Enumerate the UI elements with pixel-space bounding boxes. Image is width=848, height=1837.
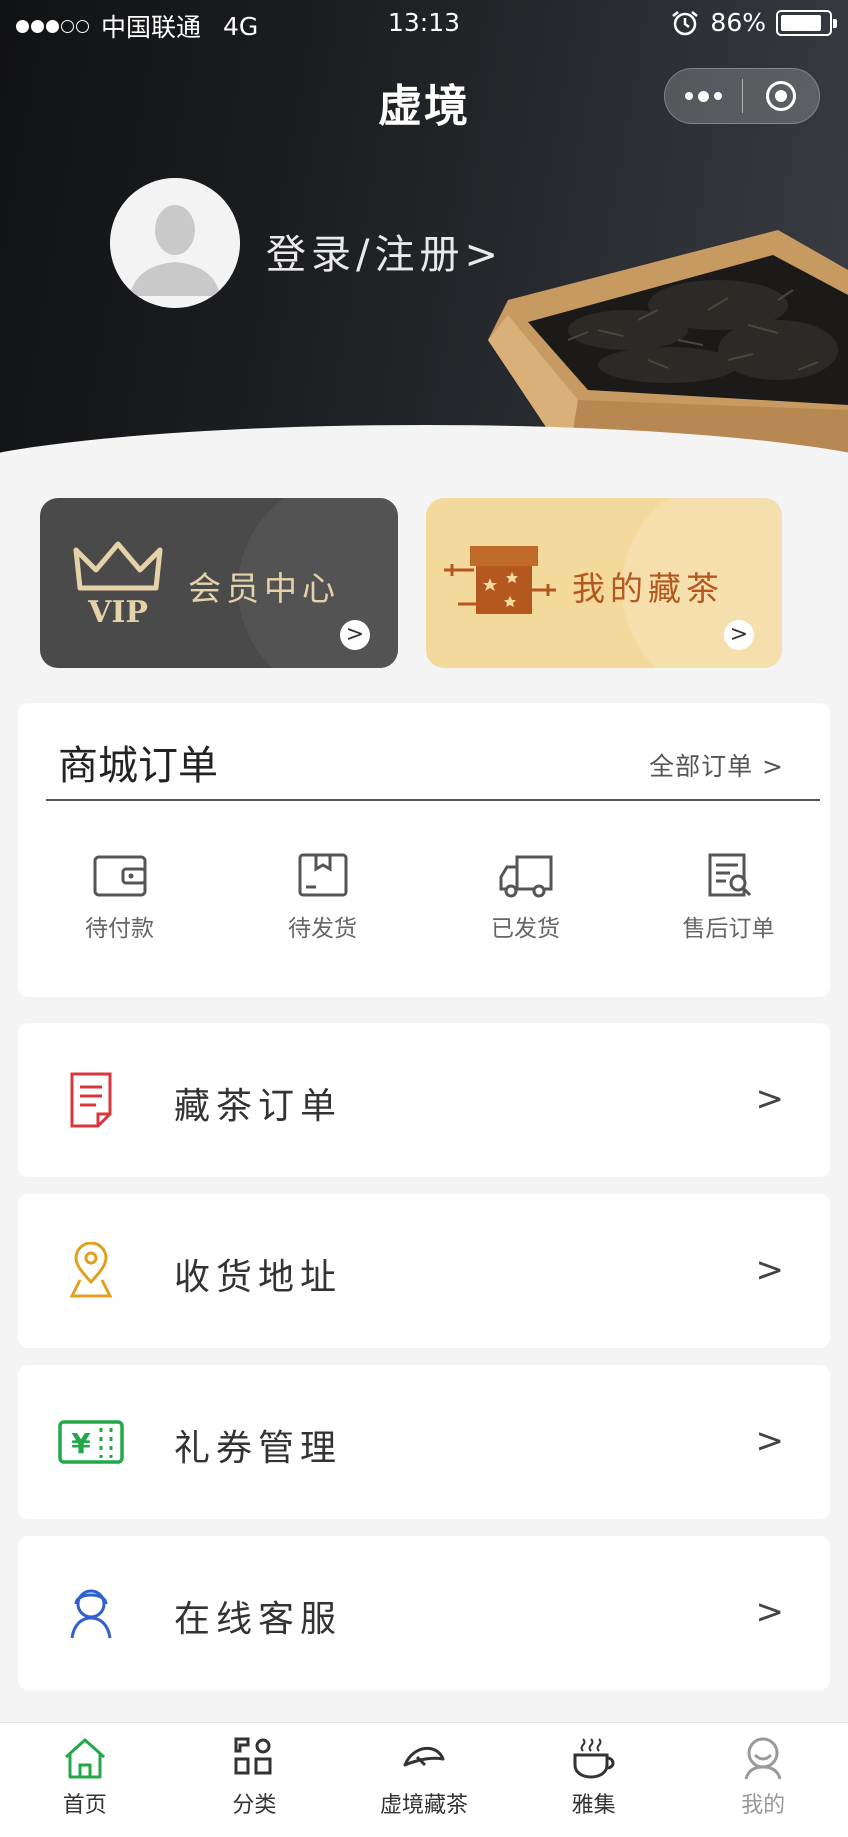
truck-icon [499, 855, 552, 898]
customer-service-icon [56, 1582, 126, 1644]
mall-orders-panel: 商城订单 全部订单 > 待付款 待发货 已发货 售后订单 [18, 703, 830, 997]
order-status-list: 待付款 待发货 已发货 售后订单 [18, 851, 830, 943]
user-icon [744, 1737, 782, 1780]
svg-text:¥: ¥ [71, 1427, 91, 1460]
order-status-after-sales[interactable]: 售后订单 [627, 851, 830, 943]
battery-fill [781, 14, 821, 31]
menu-row-label: 收货地址 [174, 1257, 343, 1298]
status-bar: 中国联通 4G 13:13 86% [0, 0, 848, 46]
alarm-icon [672, 10, 699, 35]
avatar[interactable] [110, 178, 240, 308]
coupon-icon: ¥ [56, 1411, 126, 1473]
chevron-right-icon: > [755, 1079, 785, 1119]
order-status-label: 待发货 [288, 916, 357, 942]
box-icon [298, 853, 347, 897]
my-tea-card[interactable]: 我的藏茶 > [426, 498, 782, 668]
menu-row-coupon-management[interactable]: ¥ 礼券管理 > [18, 1365, 830, 1519]
tea-box-icon [444, 546, 556, 614]
home-icon [64, 1738, 105, 1779]
tab-label: 雅集 [571, 1793, 616, 1818]
menu-row-label: 藏茶订单 [174, 1086, 343, 1127]
bottom-tab-bar: 首页 分类 虚境藏茶 雅集 我的 [0, 1722, 848, 1837]
my-tea-arrow-icon: > [724, 620, 754, 650]
tab-mine[interactable]: 我的 [678, 1723, 848, 1837]
tea-cup-icon [573, 1738, 615, 1779]
profile-header: 中国联通 4G 13:13 86% 虚境 登录/注册> [0, 0, 848, 470]
chevron-right-icon: > [755, 1592, 785, 1632]
vip-crown-icon: VIP [73, 541, 163, 628]
close-mini-program-button[interactable] [743, 69, 820, 123]
tab-category[interactable]: 分类 [170, 1723, 340, 1837]
tab-label: 我的 [741, 1793, 786, 1818]
chevron-right-icon: > [755, 1250, 785, 1290]
orders-divider [46, 799, 820, 801]
chevron-right-icon: > [755, 1421, 785, 1461]
status-right: 86% [670, 8, 837, 37]
menu-row-tea-orders[interactable]: 藏茶订单 > [18, 1023, 830, 1177]
my-tea-label: 我的藏茶 [572, 569, 724, 608]
more-menu-button[interactable] [665, 69, 742, 123]
tab-yaji[interactable]: 雅集 [509, 1723, 679, 1837]
order-status-label: 售后订单 [682, 916, 775, 942]
category-icon [234, 1737, 272, 1775]
location-pin-icon [56, 1240, 126, 1302]
member-center-label: 会员中心 [188, 569, 340, 608]
order-status-pending-shipment[interactable]: 待发货 [221, 851, 424, 943]
document-icon [56, 1069, 126, 1131]
tea-leaf-icon [403, 1747, 445, 1767]
vip-badge-text: VIP [87, 595, 148, 628]
record-icon [765, 81, 796, 111]
order-status-label: 待付款 [85, 916, 154, 942]
tab-label: 虚境藏茶 [379, 1793, 468, 1818]
search-document-icon [708, 853, 751, 897]
menu-row-shipping-address[interactable]: 收货地址 > [18, 1194, 830, 1348]
mini-program-capsule [664, 68, 820, 124]
order-status-label: 已发货 [491, 916, 560, 942]
menu-row-label: 礼券管理 [174, 1428, 343, 1469]
login-register-link[interactable]: 登录/注册> [266, 222, 503, 280]
tab-xujing-tea[interactable]: 虚境藏茶 [339, 1723, 509, 1837]
battery-icon [776, 9, 837, 36]
battery-percent: 86% [710, 8, 766, 37]
menu-row-label: 在线客服 [174, 1599, 343, 1640]
mall-orders-title: 商城订单 [58, 743, 218, 789]
order-status-shipped[interactable]: 已发货 [424, 851, 627, 943]
menu-row-online-service[interactable]: 在线客服 > [18, 1536, 830, 1690]
member-center-card[interactable]: VIP 会员中心 > [40, 498, 398, 668]
default-avatar-icon [110, 178, 240, 308]
wallet-icon [93, 855, 146, 897]
tab-home[interactable]: 首页 [0, 1723, 170, 1837]
tab-label: 首页 [62, 1793, 107, 1818]
order-status-pending-payment[interactable]: 待付款 [18, 851, 221, 943]
all-orders-link[interactable]: 全部订单 > [649, 747, 784, 783]
tab-label: 分类 [232, 1793, 277, 1818]
member-center-arrow-icon: > [340, 620, 370, 650]
